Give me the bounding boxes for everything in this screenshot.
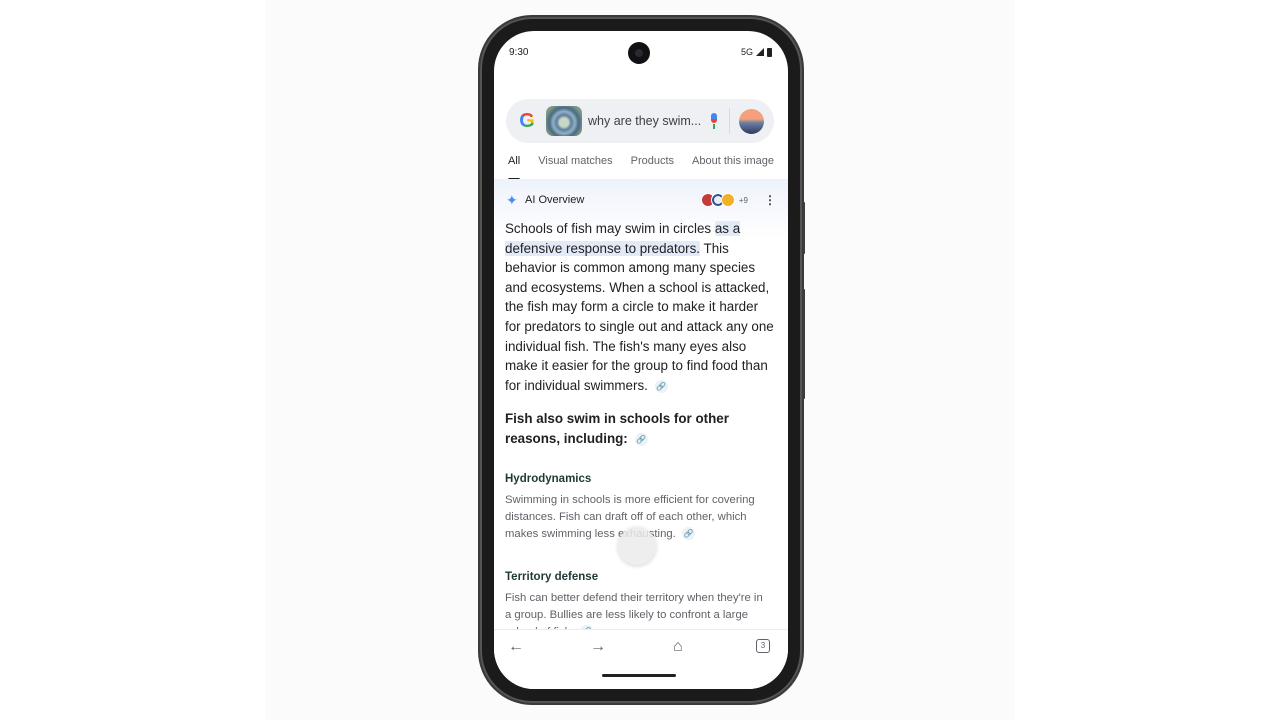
home-icon[interactable]: ⌂ [673,638,683,656]
tab-visual-matches[interactable]: Visual matches [538,149,612,179]
link-icon[interactable]: 🔗 [681,527,695,541]
link-icon[interactable]: 🔗 [634,432,648,446]
camera-cutout [628,42,650,64]
paragraph-text-start: Schools of fish may swim in circles [505,221,715,236]
ai-overview-title: AI Overview [525,194,585,206]
network-label: 5G [740,47,753,57]
status-time: 9:30 [509,47,529,58]
gesture-home-indicator[interactable] [602,674,676,677]
image-query-thumbnail[interactable] [546,106,582,136]
browser-nav-bar: ← → ⌂ 3 [494,629,788,689]
tab-products[interactable]: Products [631,149,674,179]
ai-overview-header: ✦ AI Overview +9 ⋮ [506,191,776,209]
phone-screen: 9:30 5G G why are they swim... All Visua… [494,31,788,689]
status-bar: 9:30 5G [494,31,788,75]
subheading-text: Fish also swim in schools for other reas… [505,411,729,446]
microphone-icon[interactable] [709,113,719,129]
tab-all[interactable]: All [508,149,521,181]
ai-overview-panel: ✦ AI Overview +9 ⋮ Schools of fish may s… [494,179,788,629]
reason-title: Territory defense [505,571,599,583]
tab-switcher-button[interactable]: 3 [756,639,770,653]
volume-button [802,202,805,254]
forward-arrow-icon[interactable]: → [590,638,606,656]
touch-indicator [618,527,656,565]
link-icon[interactable]: 🔗 [654,379,668,393]
subheading: Fish also swim in schools for other reas… [505,409,755,448]
sparkle-icon: ✦ [506,191,518,208]
source-favicons[interactable]: +9 [700,193,748,207]
google-logo-icon[interactable]: G [516,110,538,132]
reason-title: Hydrodynamics [505,473,592,485]
reason-body: Fish can better defend their territory w… [505,590,765,629]
phone-frame: 9:30 5G G why are they swim... All Visua… [480,17,805,703]
search-query[interactable]: why are they swim... [588,114,701,128]
reason-body-text: Fish can better defend their territory w… [505,592,763,629]
paragraph-text-end: This behavior is common among many speci… [505,240,774,393]
source-favicon-yellow[interactable] [720,193,735,207]
search-divider [729,108,731,134]
battery-icon [767,47,772,57]
more-options-icon[interactable]: ⋮ [764,194,776,206]
ai-overview-paragraph: Schools of fish may swim in circles as a… [505,219,777,395]
back-arrow-icon[interactable]: ← [508,638,524,656]
power-button [802,289,805,399]
more-sources-count[interactable]: +9 [739,196,748,205]
status-indicators: 5G [741,47,772,57]
result-tabs: All Visual matches Products About this i… [494,149,788,181]
tab-about-this-image[interactable]: About this image [692,149,774,179]
signal-icon [756,48,764,56]
search-bar[interactable]: G why are they swim... [506,99,774,143]
account-avatar[interactable] [739,108,765,134]
